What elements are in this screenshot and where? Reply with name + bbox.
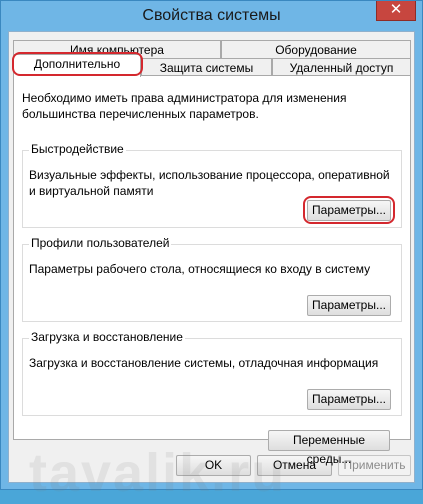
profiles-description: Параметры рабочего стола, относящиеся ко… xyxy=(29,262,371,276)
user-profiles-group: Профили пользователей Параметры рабочего… xyxy=(22,236,402,322)
environment-variables-button[interactable]: Переменные среды... xyxy=(268,430,390,466)
startup-recovery-group: Загрузка и восстановление Загрузка и вос… xyxy=(22,330,402,416)
dialog-client-area: Имя компьютера Оборудование Дополнительн… xyxy=(8,31,415,503)
startup-settings-button[interactable]: Параметры... xyxy=(307,389,391,410)
performance-title: Быстродействие xyxy=(29,142,126,156)
title-bar[interactable]: Свойства системы ✕ xyxy=(1,1,422,31)
startup-description: Загрузка и восстановление системы, отлад… xyxy=(29,356,379,370)
close-button[interactable]: ✕ xyxy=(376,1,416,21)
admin-notice: Необходимо иметь права администратора дл… xyxy=(22,91,347,121)
advanced-tab-panel: Необходимо иметь права администратора дл… xyxy=(13,75,411,466)
performance-description: Визуальные эффекты, использование процес… xyxy=(29,168,390,198)
performance-group: Быстродействие Визуальные эффекты, испол… xyxy=(22,142,402,228)
tab-advanced[interactable]: Дополнительно xyxy=(13,54,141,77)
tab-hardware[interactable]: Оборудование xyxy=(221,40,411,59)
startup-title: Загрузка и восстановление xyxy=(29,330,185,344)
performance-settings-button[interactable]: Параметры... xyxy=(307,200,391,221)
window-title: Свойства системы xyxy=(142,7,281,24)
profiles-title: Профили пользователей xyxy=(29,236,172,250)
watermark-text: tavalik.ru xyxy=(29,443,287,503)
system-properties-window: Свойства системы ✕ Имя компьютера Оборуд… xyxy=(0,0,423,503)
profiles-settings-button[interactable]: Параметры... xyxy=(307,295,391,316)
